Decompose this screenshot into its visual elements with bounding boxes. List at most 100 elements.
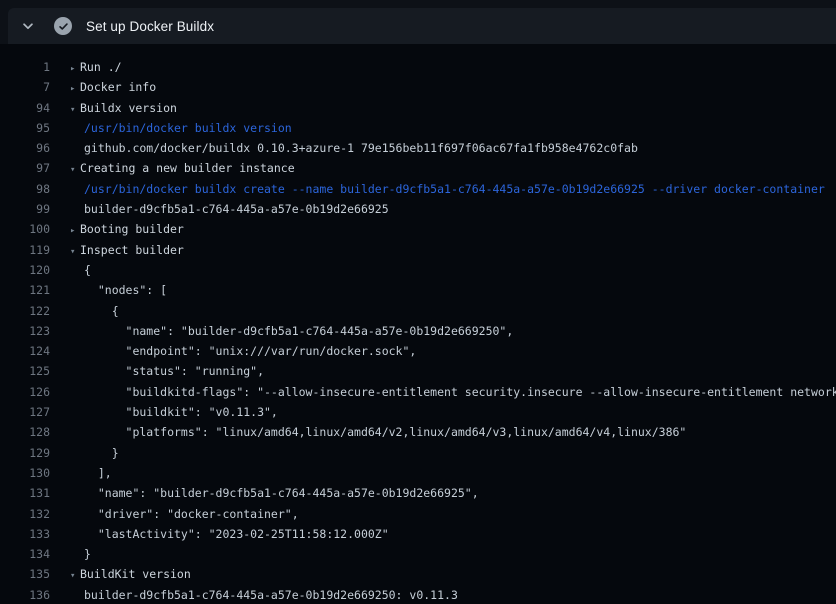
log-line: 134} — [0, 544, 836, 564]
line-number[interactable]: 129 — [0, 443, 50, 463]
line-number[interactable]: 135 — [0, 564, 50, 584]
line-number[interactable]: 130 — [0, 463, 50, 483]
log-group-header[interactable]: ▾Buildx version — [70, 98, 177, 120]
log-line: 98/usr/bin/docker buildx create --name b… — [0, 179, 836, 199]
line-number[interactable]: 95 — [0, 118, 50, 138]
step-header[interactable]: Set up Docker Buildx — [8, 8, 836, 44]
line-number[interactable]: 131 — [0, 483, 50, 503]
log-output-text: } — [84, 544, 91, 564]
log-output-text: "buildkit": "v0.11.3", — [84, 402, 278, 422]
log-line: 133 "lastActivity": "2023-02-25T11:58:12… — [0, 524, 836, 544]
log-line: 120 { — [0, 260, 836, 280]
log-group-label: BuildKit version — [80, 567, 191, 581]
log-output-text: "driver": "docker-container", — [84, 504, 299, 524]
log-line: 121 "nodes": [ — [0, 280, 836, 300]
log-group-label: Creating a new builder instance — [80, 161, 295, 175]
log-group-header[interactable]: ▸Run ./ — [70, 57, 122, 79]
log-line: 135 ▾BuildKit version — [0, 564, 836, 584]
line-number[interactable]: 7 — [0, 77, 50, 97]
log-line: 123 "name": "builder-d9cfb5a1-c764-445a-… — [0, 321, 836, 341]
line-number[interactable]: 119 — [0, 240, 50, 260]
log-output-text: "lastActivity": "2023-02-25T11:58:12.000… — [84, 524, 389, 544]
log-line: 136 builder-d9cfb5a1-c764-445a-a57e-0b19d… — [0, 585, 836, 604]
line-number[interactable]: 136 — [0, 585, 50, 604]
log-line: 128 "platforms": "linux/amd64,linux/amd6… — [0, 422, 836, 442]
line-number[interactable]: 134 — [0, 544, 50, 564]
log-output-text: } — [84, 443, 119, 463]
triangle-right-icon[interactable]: ▸ — [70, 79, 80, 99]
log-line: 119 ▾Inspect builder — [0, 240, 836, 260]
log-line: 126 "buildkitd-flags": "--allow-insecure… — [0, 382, 836, 402]
line-number[interactable]: 96 — [0, 138, 50, 158]
log-output-text: "nodes": [ — [84, 280, 167, 300]
triangle-right-icon[interactable]: ▸ — [70, 221, 80, 241]
line-number[interactable]: 120 — [0, 260, 50, 280]
log-command-text: /usr/bin/docker buildx create --name bui… — [84, 179, 825, 199]
line-number[interactable]: 126 — [0, 382, 50, 402]
line-number[interactable]: 122 — [0, 301, 50, 321]
log-output-text: ], — [84, 463, 112, 483]
log-group-label: Docker info — [80, 80, 156, 94]
log-output-text: builder-d9cfb5a1-c764-445a-a57e-0b19d2e6… — [84, 199, 389, 219]
log-line: 132 "driver": "docker-container", — [0, 504, 836, 524]
log-group-label: Run ./ — [80, 60, 122, 74]
log-output-text: { — [84, 301, 119, 321]
line-number[interactable]: 127 — [0, 402, 50, 422]
line-number[interactable]: 132 — [0, 504, 50, 524]
log-group-header[interactable]: ▾Inspect builder — [70, 240, 184, 262]
log-line: 125 "status": "running", — [0, 361, 836, 381]
log-line: 124 "endpoint": "unix:///var/run/docker.… — [0, 341, 836, 361]
log-output-text: builder-d9cfb5a1-c764-445a-a57e-0b19d2e6… — [84, 585, 458, 604]
log-output-text: github.com/docker/buildx 0.10.3+azure-1 … — [84, 138, 638, 158]
log-group-label: Inspect builder — [80, 243, 184, 257]
log-group-header[interactable]: ▾Creating a new builder instance — [70, 158, 295, 180]
log-line: 96 github.com/docker/buildx 0.10.3+azure-… — [0, 138, 836, 158]
log-group-header[interactable]: ▸Docker info — [70, 77, 156, 99]
log-line: 130 ], — [0, 463, 836, 483]
log-output-text: "name": "builder-d9cfb5a1-c764-445a-a57e… — [84, 321, 513, 341]
check-circle-icon — [54, 17, 72, 35]
log-line: 122 { — [0, 301, 836, 321]
log-line: 100 ▸Booting builder — [0, 219, 836, 239]
line-number[interactable]: 123 — [0, 321, 50, 341]
log-group-label: Buildx version — [80, 101, 177, 115]
log-output-text: "buildkitd-flags": "--allow-insecure-ent… — [84, 382, 836, 402]
log-line: 129 } — [0, 443, 836, 463]
line-number[interactable]: 125 — [0, 361, 50, 381]
log-output-text: "platforms": "linux/amd64,linux/amd64/v2… — [84, 422, 686, 442]
log-line: 127 "buildkit": "v0.11.3", — [0, 402, 836, 422]
line-number[interactable]: 121 — [0, 280, 50, 300]
line-number[interactable]: 99 — [0, 199, 50, 219]
log-group-header[interactable]: ▾BuildKit version — [70, 564, 191, 586]
log-line: 95/usr/bin/docker buildx version — [0, 118, 836, 138]
log-command-text: /usr/bin/docker buildx version — [84, 118, 292, 138]
triangle-down-icon[interactable]: ▾ — [70, 160, 80, 180]
line-number[interactable]: 133 — [0, 524, 50, 544]
line-number[interactable]: 124 — [0, 341, 50, 361]
line-number[interactable]: 128 — [0, 422, 50, 442]
log-output-text: "name": "builder-d9cfb5a1-c764-445a-a57e… — [84, 483, 479, 503]
log-area: 1▸Run ./7▸Docker info94▾Buildx version95… — [0, 44, 836, 604]
log-output-text: "endpoint": "unix:///var/run/docker.sock… — [84, 341, 416, 361]
log-line: 131 "name": "builder-d9cfb5a1-c764-445a-… — [0, 483, 836, 503]
triangle-down-icon[interactable]: ▾ — [70, 566, 80, 586]
step-title: Set up Docker Buildx — [86, 19, 214, 34]
triangle-right-icon[interactable]: ▸ — [70, 59, 80, 79]
actions-log-viewer: Set up Docker Buildx 1▸Run ./7▸Docker in… — [0, 0, 836, 604]
log-output-text: { — [84, 260, 91, 280]
log-group-label: Booting builder — [80, 222, 184, 236]
log-group-header[interactable]: ▸Booting builder — [70, 219, 184, 241]
log-line: 1 ▸Run ./ — [0, 57, 836, 77]
line-number[interactable]: 98 — [0, 179, 50, 199]
line-number[interactable]: 97 — [0, 158, 50, 178]
line-number[interactable]: 94 — [0, 98, 50, 118]
line-number[interactable]: 1 — [0, 57, 50, 77]
log-line: 99 builder-d9cfb5a1-c764-445a-a57e-0b19d2… — [0, 199, 836, 219]
triangle-down-icon[interactable]: ▾ — [70, 242, 80, 262]
log-line: 94 ▾Buildx version — [0, 98, 836, 118]
log-line: 97 ▾Creating a new builder instance — [0, 158, 836, 178]
chevron-down-icon[interactable] — [20, 18, 36, 34]
log-output-text: "status": "running", — [84, 361, 264, 381]
triangle-down-icon[interactable]: ▾ — [70, 100, 80, 120]
line-number[interactable]: 100 — [0, 219, 50, 239]
